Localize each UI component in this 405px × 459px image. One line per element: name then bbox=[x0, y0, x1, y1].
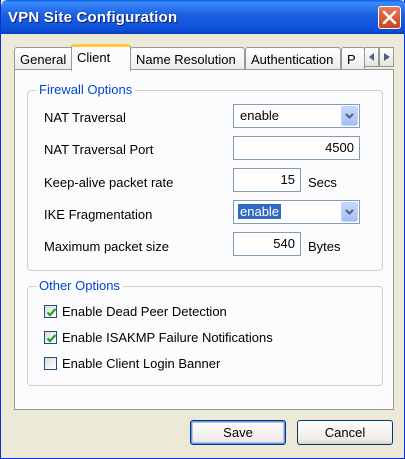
ike-fragmentation-label: IKE Fragmentation bbox=[44, 207, 153, 222]
tab-scroll-left-button[interactable] bbox=[364, 47, 379, 67]
select-value: enable bbox=[240, 108, 280, 123]
arrow-right-icon bbox=[383, 53, 390, 61]
nat-port-label: NAT Traversal Port bbox=[44, 142, 154, 157]
tab-label: General bbox=[20, 52, 67, 67]
group-title: Firewall Options bbox=[36, 82, 136, 97]
vpn-config-dialog: VPN Site Configuration General Client Na… bbox=[0, 0, 405, 459]
max-packet-unit: Bytes bbox=[308, 239, 341, 254]
cancel-button[interactable]: Cancel bbox=[297, 420, 393, 445]
arrow-left-icon bbox=[368, 53, 374, 61]
tab-name-resolution[interactable]: Name Resolution bbox=[130, 47, 245, 70]
nat-traversal-label: NAT Traversal bbox=[44, 110, 126, 125]
tab-general[interactable]: General bbox=[14, 47, 74, 70]
close-icon bbox=[382, 10, 397, 25]
nat-traversal-select[interactable]: enable bbox=[233, 104, 360, 128]
save-button[interactable]: Save bbox=[190, 420, 286, 445]
checkbox-box[interactable] bbox=[44, 305, 57, 318]
login-banner-checkbox[interactable]: Enable Client Login Banner bbox=[44, 356, 220, 371]
window-title: VPN Site Configuration bbox=[8, 9, 178, 26]
client-tab-panel: Firewall Options NAT Traversal enable NA… bbox=[14, 69, 394, 410]
tab-scroll-right-button[interactable] bbox=[379, 47, 394, 67]
checkbox-label: Enable Client Login Banner bbox=[62, 356, 221, 371]
isakmp-notifications-checkbox[interactable]: Enable ISAKMP Failure Notifications bbox=[44, 330, 273, 345]
other-options-group: Other Options Enable Dead Peer Detection… bbox=[27, 278, 383, 386]
chevron-down-icon bbox=[345, 113, 354, 119]
title-bar[interactable]: VPN Site Configuration bbox=[1, 0, 405, 34]
tab-scroll-buttons bbox=[364, 47, 394, 67]
checkbox-box[interactable] bbox=[44, 331, 57, 344]
tab-label: Authentication bbox=[251, 52, 334, 67]
checkbox-label: Enable Dead Peer Detection bbox=[62, 304, 227, 319]
tab-client[interactable]: Client bbox=[71, 44, 131, 71]
keepalive-unit: Secs bbox=[308, 175, 337, 190]
ike-fragmentation-select[interactable]: enable bbox=[233, 200, 360, 224]
tab-bar: General Client Name Resolution Authentic… bbox=[14, 44, 394, 71]
checkmark-icon bbox=[46, 308, 57, 317]
nat-port-input[interactable]: 4500 bbox=[233, 136, 360, 160]
tab-label: P bbox=[347, 52, 356, 67]
dropdown-button[interactable] bbox=[341, 202, 358, 222]
select-value: enable bbox=[238, 204, 282, 219]
dropdown-button[interactable] bbox=[341, 106, 358, 126]
dead-peer-detection-checkbox[interactable]: Enable Dead Peer Detection bbox=[44, 304, 227, 319]
max-packet-label: Maximum packet size bbox=[44, 239, 169, 254]
group-title: Other Options bbox=[36, 278, 123, 293]
checkmark-icon bbox=[46, 334, 57, 343]
keepalive-input[interactable]: 15 bbox=[233, 168, 301, 192]
chevron-down-icon bbox=[345, 209, 354, 215]
checkbox-box[interactable] bbox=[44, 357, 57, 370]
tab-label: Client bbox=[77, 50, 111, 65]
close-button[interactable] bbox=[378, 6, 401, 29]
tab-truncated[interactable]: P bbox=[341, 47, 365, 70]
max-packet-input[interactable]: 540 bbox=[233, 232, 301, 256]
keepalive-label: Keep-alive packet rate bbox=[44, 175, 174, 190]
firewall-options-group: Firewall Options NAT Traversal enable NA… bbox=[27, 82, 383, 271]
checkbox-label: Enable ISAKMP Failure Notifications bbox=[62, 330, 273, 345]
tab-label: Name Resolution bbox=[136, 52, 236, 67]
tab-authentication[interactable]: Authentication bbox=[245, 47, 341, 70]
